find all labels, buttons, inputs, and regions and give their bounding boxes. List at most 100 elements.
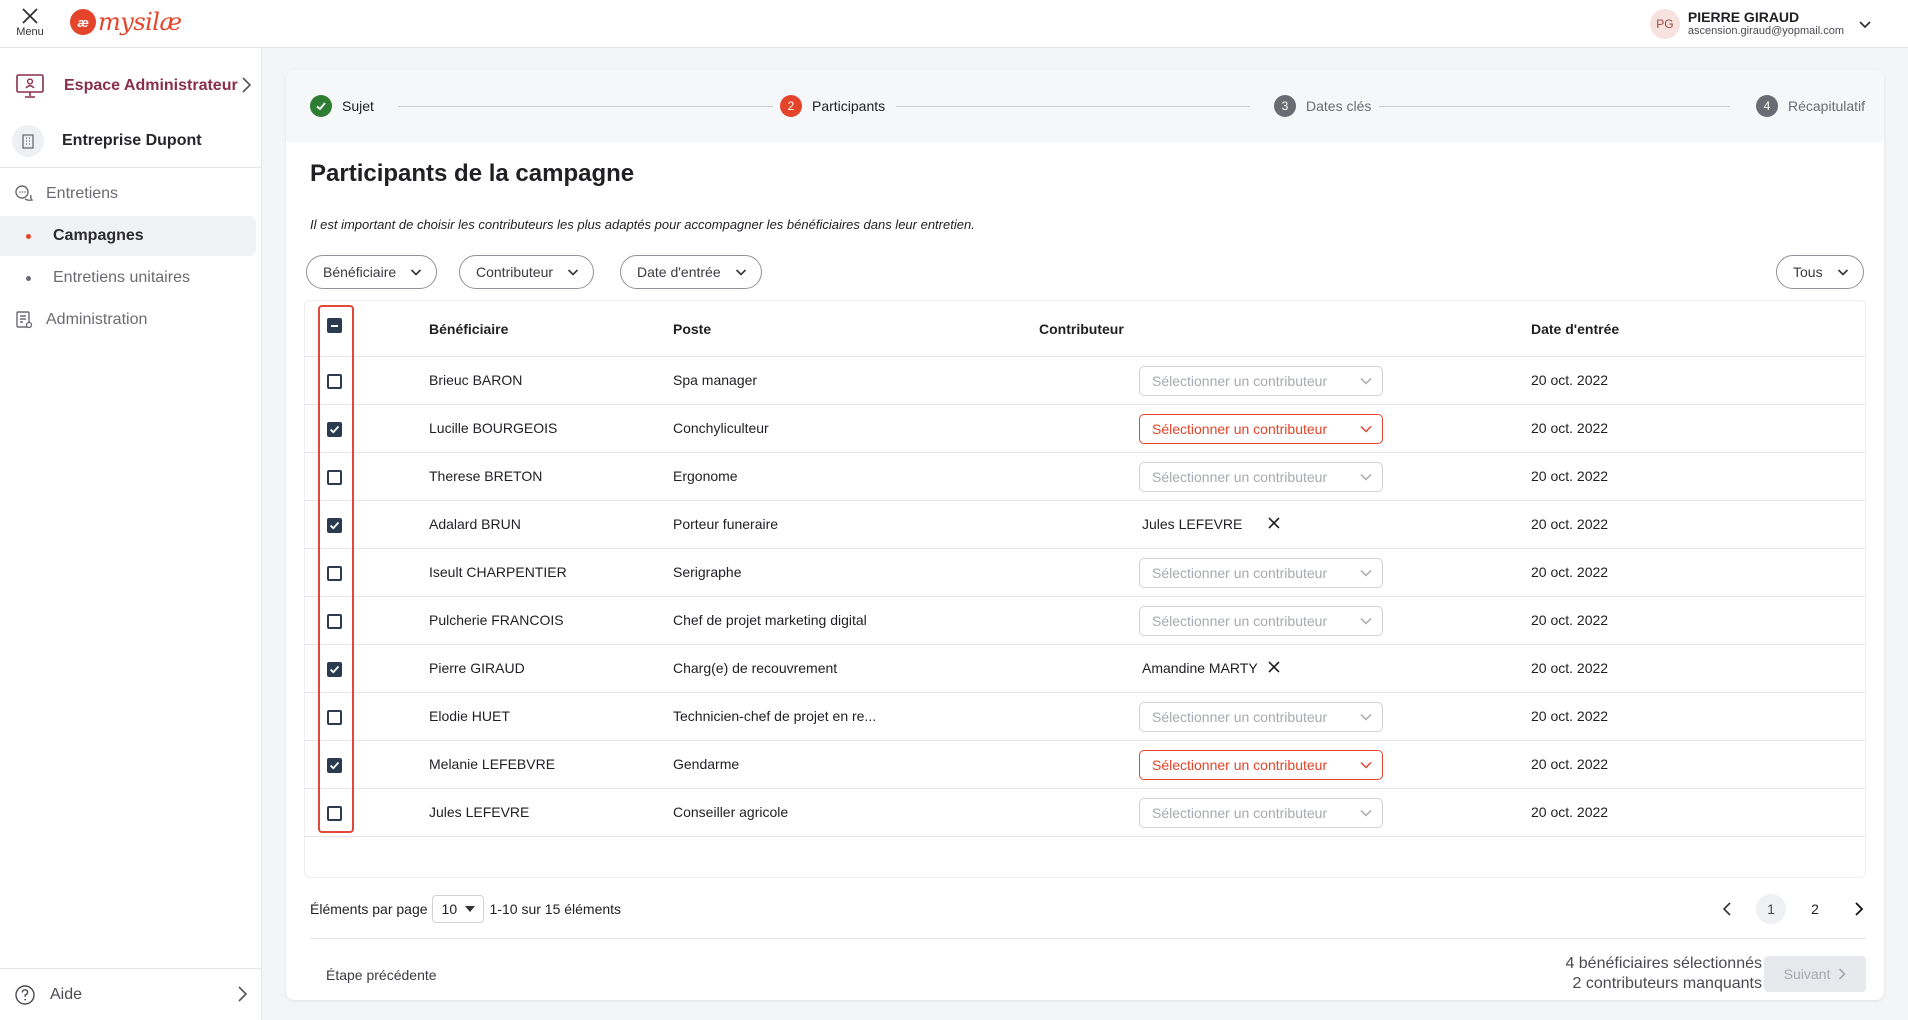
- user-menu[interactable]: PG PIERRE GIRAUD ascension.giraud@yopmai…: [1649, 6, 1872, 42]
- contributor-select[interactable]: Sélectionner un contributeur: [1139, 462, 1383, 492]
- admin-space-link[interactable]: Espace Administrateur: [0, 58, 262, 114]
- logo[interactable]: æ mysilæ: [70, 6, 182, 38]
- contributor-select[interactable]: Sélectionner un contributeur: [1139, 558, 1383, 588]
- chevron-down-icon: [1360, 617, 1372, 625]
- contributor-select[interactable]: Sélectionner un contributeur: [1139, 366, 1383, 396]
- poste: Chef de projet marketing digital: [673, 612, 867, 628]
- caret-down-icon: [465, 906, 476, 912]
- help-label: Aide: [50, 985, 83, 1003]
- beneficiaire-name: Melanie LEFEBVRE: [429, 756, 556, 772]
- help-link[interactable]: Aide: [0, 968, 262, 1020]
- sidebar-item-entretiens[interactable]: Entretiens: [0, 174, 256, 214]
- step-dates-cles[interactable]: 3 Dates clés: [1274, 95, 1380, 117]
- user-email: ascension.giraud@yopmail.com: [1687, 25, 1844, 37]
- row-checkbox[interactable]: [327, 806, 342, 821]
- row-checkbox[interactable]: [327, 758, 342, 773]
- header-date-entree[interactable]: Date d'entrée: [1531, 321, 1619, 337]
- chevron-down-icon: [567, 269, 579, 276]
- per-page-value: 10: [441, 901, 458, 917]
- contributor-select[interactable]: Sélectionner un contributeur: [1139, 702, 1383, 732]
- chevron-right-icon: [238, 986, 248, 1002]
- row-checkbox[interactable]: [327, 710, 342, 725]
- check-icon: [310, 95, 332, 117]
- sidebar-item-entretiens-unitaires[interactable]: Entretiens unitaires: [0, 258, 256, 298]
- beneficiaire-name: Pierre GIRAUD: [429, 660, 525, 676]
- page-1-button[interactable]: 1: [1756, 894, 1786, 924]
- contributor-select[interactable]: Sélectionner un contributeur: [1139, 606, 1383, 636]
- poste: Porteur funeraire: [673, 516, 779, 532]
- row-checkbox[interactable]: [327, 662, 342, 677]
- table-row: Pulcherie FRANCOIS Chef de projet marketi…: [305, 597, 1865, 645]
- date-entree: 20 oct. 2022: [1531, 372, 1609, 388]
- sidebar-item-label: Entretiens: [46, 185, 119, 202]
- chevron-down-icon: [1360, 569, 1372, 577]
- chevron-down-icon: [1360, 473, 1372, 481]
- header-beneficiaire[interactable]: Bénéficiaire: [429, 321, 508, 337]
- filter-contributeur[interactable]: Contributeur: [459, 255, 595, 289]
- page-2-button[interactable]: 2: [1800, 894, 1830, 924]
- header-poste[interactable]: Poste: [673, 321, 711, 337]
- pagination: 1 2: [1698, 894, 1874, 924]
- beneficiaire-name: Elodie HUET: [429, 708, 510, 724]
- chevron-right-icon: [1855, 902, 1864, 916]
- step-recapitulatif[interactable]: 4 Récapitulatif: [1756, 95, 1866, 117]
- contributor-select-placeholder: Sélectionner un contributeur: [1152, 709, 1328, 725]
- date-entree: 20 oct. 2022: [1531, 468, 1609, 484]
- per-page-label: Éléments par page: [310, 901, 428, 917]
- next-page-button[interactable]: [1844, 894, 1874, 924]
- date-entree: 20 oct. 2022: [1531, 660, 1609, 676]
- row-checkbox[interactable]: [327, 470, 342, 485]
- step-participants[interactable]: 2 Participants: [780, 95, 894, 117]
- filter-label: Bénéficiaire: [323, 264, 397, 280]
- filter-date-entree[interactable]: Date d'entrée: [620, 255, 762, 289]
- logo-text: mysilæ: [98, 8, 182, 36]
- page-title: Participants de la campagne: [310, 160, 635, 187]
- contributor-select[interactable]: Sélectionner un contributeur: [1139, 798, 1383, 828]
- remove-contributor-button[interactable]: [1267, 660, 1283, 676]
- user-name: PIERRE GIRAUD: [1687, 9, 1800, 25]
- step-sujet[interactable]: Sujet: [310, 95, 374, 117]
- contributor-select-placeholder: Sélectionner un contributeur: [1152, 613, 1328, 629]
- header-contributeur[interactable]: Contributeur: [1039, 321, 1124, 337]
- contributor-select[interactable]: Sélectionner un contributeur: [1139, 750, 1383, 780]
- prev-page-button[interactable]: [1712, 894, 1742, 924]
- sidebar-item-administration[interactable]: Administration: [0, 300, 256, 340]
- company-name: Entreprise Dupont: [62, 131, 202, 149]
- filter-tous[interactable]: Tous: [1776, 255, 1864, 289]
- previous-step-button[interactable]: Étape précédente: [326, 967, 437, 983]
- remove-contributor-button[interactable]: [1267, 516, 1283, 532]
- step-number: 3: [1274, 95, 1296, 117]
- assigned-contributor: Amandine MARTY: [1142, 660, 1258, 676]
- chevron-down-icon: [411, 269, 422, 276]
- step-label: Récapitulatif: [1788, 98, 1866, 114]
- row-checkbox[interactable]: [327, 374, 342, 389]
- row-checkbox[interactable]: [327, 566, 342, 581]
- avatar: PG: [1649, 9, 1680, 39]
- row-checkbox[interactable]: [327, 518, 342, 533]
- row-checkbox[interactable]: [327, 614, 342, 629]
- sidebar-item-campagnes[interactable]: Campagnes: [0, 216, 256, 256]
- table-row: Elodie HUET Technicien-chef de projet en …: [305, 693, 1865, 741]
- sidebar-item-label: Administration: [46, 311, 148, 328]
- table-row: Lucille BOURGEOIS Conchyliculteur Sélectio…: [305, 405, 1865, 453]
- help-icon: [15, 984, 35, 1005]
- step-label: Dates clés: [1306, 98, 1372, 114]
- sidebar-item-label: Entretiens unitaires: [53, 269, 190, 286]
- stepper: Sujet 2 Participants 3 Dates clés 4 Réca…: [286, 70, 1884, 142]
- date-entree: 20 oct. 2022: [1531, 420, 1609, 436]
- poste: Conchyliculteur: [673, 420, 769, 436]
- per-page-select[interactable]: 10: [431, 895, 484, 923]
- presentation-icon: [14, 70, 46, 102]
- filter-beneficiaire[interactable]: Bénéficiaire: [306, 255, 438, 289]
- sidebar-nav: Entretiens Campagnes Entretiens unitaire…: [0, 172, 262, 342]
- beneficiaire-name: Brieuc BARON: [429, 372, 523, 388]
- chevron-left-icon: [1722, 902, 1731, 916]
- bullet-dot: [26, 275, 31, 281]
- step-connector: [1370, 106, 1730, 107]
- table-row: Pierre GIRAUD Charg(e) de recouvrement Ama…: [305, 645, 1865, 693]
- select-all-checkbox[interactable]: [327, 318, 342, 333]
- menu-button[interactable]: Menu: [12, 4, 48, 44]
- contributor-select[interactable]: Sélectionner un contributeur: [1139, 414, 1383, 444]
- row-checkbox[interactable]: [327, 422, 342, 437]
- step-connector: [896, 106, 1250, 107]
